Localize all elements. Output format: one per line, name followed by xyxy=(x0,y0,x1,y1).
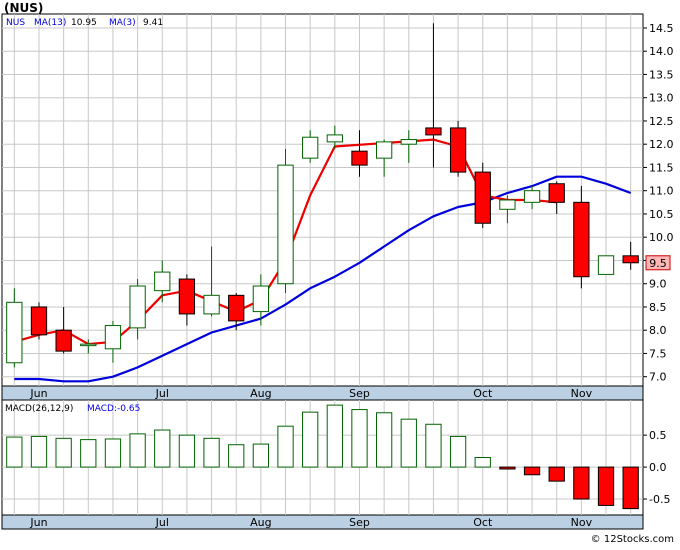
price-tick-label: 10.5 xyxy=(649,208,674,221)
macd-bar-negative xyxy=(597,466,615,506)
macd-legend-value: MACD:-0.65 xyxy=(87,404,140,414)
candle-up xyxy=(154,271,171,292)
chart-canvas: 7.0 7.5 8.0 8.5 9.0 9.5 10.0 10.5 11.0 11.5 12.0 12… xyxy=(1,13,674,530)
price-tick-label: 11.0 xyxy=(649,185,674,198)
macd-month-label: Jun xyxy=(29,516,47,529)
macd-bar-negative xyxy=(548,466,565,482)
macd-bar-positive xyxy=(203,437,220,468)
macd-month-label: Oct xyxy=(473,516,493,529)
macd-bar-positive xyxy=(375,412,393,468)
price-tick-label: 14.5 xyxy=(649,22,674,35)
price-tick-label: 14.0 xyxy=(649,45,674,58)
macd-bar-negative xyxy=(622,466,639,510)
candle-down xyxy=(622,255,639,264)
price-tick-label: 8.0 xyxy=(649,324,667,337)
chart-title: (NUS) xyxy=(4,1,44,15)
macd-bar-positive xyxy=(30,435,48,468)
candle-down xyxy=(178,278,196,315)
candle-up xyxy=(302,136,319,159)
macd-bar-positive xyxy=(154,429,171,468)
macd-month-label: Jul xyxy=(155,516,169,529)
candle-down xyxy=(30,306,48,336)
candle-down xyxy=(351,150,368,166)
candle-down xyxy=(449,127,467,173)
candle-up xyxy=(400,139,417,145)
macd-tick-label: 0.5 xyxy=(649,429,667,442)
macd-month-label: Aug xyxy=(250,516,271,529)
candle-down xyxy=(548,183,565,203)
legend-ma3-value: 9.41 xyxy=(143,18,163,28)
macd-bar-positive xyxy=(6,436,23,468)
price-tick-label: 13.0 xyxy=(649,92,674,105)
legend-ma13-label: MA(13) xyxy=(34,18,66,28)
price-tick-label: 12.5 xyxy=(649,115,674,128)
candle-up xyxy=(252,285,270,313)
macd-axis-band xyxy=(1,514,644,530)
candle-up xyxy=(129,285,146,329)
candle-up xyxy=(597,255,615,275)
candle-up xyxy=(6,301,23,364)
macd-tick-label: -0.5 xyxy=(649,493,670,506)
candle-up xyxy=(375,141,393,159)
candle-up xyxy=(203,294,220,315)
month-label: Sep xyxy=(349,387,370,400)
candle-down xyxy=(228,294,245,322)
macd-bar-positive xyxy=(474,457,491,468)
price-tick-label: 10.0 xyxy=(649,231,674,244)
candle-down xyxy=(425,127,442,136)
candle-up xyxy=(326,134,343,143)
price-tick-label: 9.0 xyxy=(649,278,667,291)
macd-bar-positive xyxy=(302,411,319,468)
legend-ma13-value: 10.95 xyxy=(71,18,97,28)
macd-legend-label: MACD(26,12,9) xyxy=(5,404,73,414)
macd-panel-frame xyxy=(1,399,644,516)
candle-up xyxy=(80,343,97,347)
macd-tick-label: 0.0 xyxy=(649,461,667,474)
candle-up xyxy=(277,164,294,285)
price-tick-label: 7.5 xyxy=(649,347,667,360)
candle-down xyxy=(55,329,72,352)
macd-bar-positive xyxy=(326,404,343,468)
macd-month-label: Nov xyxy=(571,516,593,529)
candle-up xyxy=(499,199,516,210)
price-tick-label: 11.5 xyxy=(649,161,674,174)
macd-bar-positive xyxy=(449,435,467,468)
macd-bar-positive xyxy=(228,444,245,468)
legend-ma3-label: MA(3) xyxy=(109,18,136,28)
price-tick-label: 8.5 xyxy=(649,301,667,314)
price-tick-label: 13.5 xyxy=(649,68,674,81)
macd-bar-positive xyxy=(277,425,294,468)
macd-bar-positive xyxy=(80,439,97,468)
legend-ticker: NUS xyxy=(6,18,25,28)
candle-up xyxy=(104,325,122,350)
candle-up xyxy=(523,190,541,203)
macd-bar-positive xyxy=(104,438,122,468)
price-axis-band xyxy=(1,385,644,401)
macd-bar-positive xyxy=(351,409,368,468)
macd-bar-positive xyxy=(425,423,442,468)
month-label: Jul xyxy=(155,387,169,400)
month-label: Oct xyxy=(473,387,493,400)
price-tick-label: 7.0 xyxy=(649,371,667,384)
macd-bar-negative xyxy=(573,466,590,500)
macd-bar-positive xyxy=(129,433,146,468)
month-label: Jun xyxy=(29,387,47,400)
candle-down xyxy=(474,171,491,224)
macd-bar-negative xyxy=(499,466,516,470)
macd-bar-negative xyxy=(523,466,541,476)
month-label: Aug xyxy=(250,387,271,400)
price-tick-label: 12.0 xyxy=(649,138,674,151)
candle-down xyxy=(573,201,590,278)
chart-root: (NUS) 7.0 7.5 8.0 8.5 9.0 9.5 10.0 10.5 11.0 11.5… xyxy=(0,0,680,546)
macd-month-label: Sep xyxy=(349,516,370,529)
macd-bar-positive xyxy=(400,418,417,468)
month-label: Nov xyxy=(571,387,593,400)
macd-bar-positive xyxy=(178,434,196,468)
macd-bar-positive xyxy=(252,443,270,468)
credit-text: © 12Stocks.com xyxy=(590,534,674,545)
macd-bar-positive xyxy=(55,437,72,468)
last-price-label: 9.5 xyxy=(649,257,667,270)
